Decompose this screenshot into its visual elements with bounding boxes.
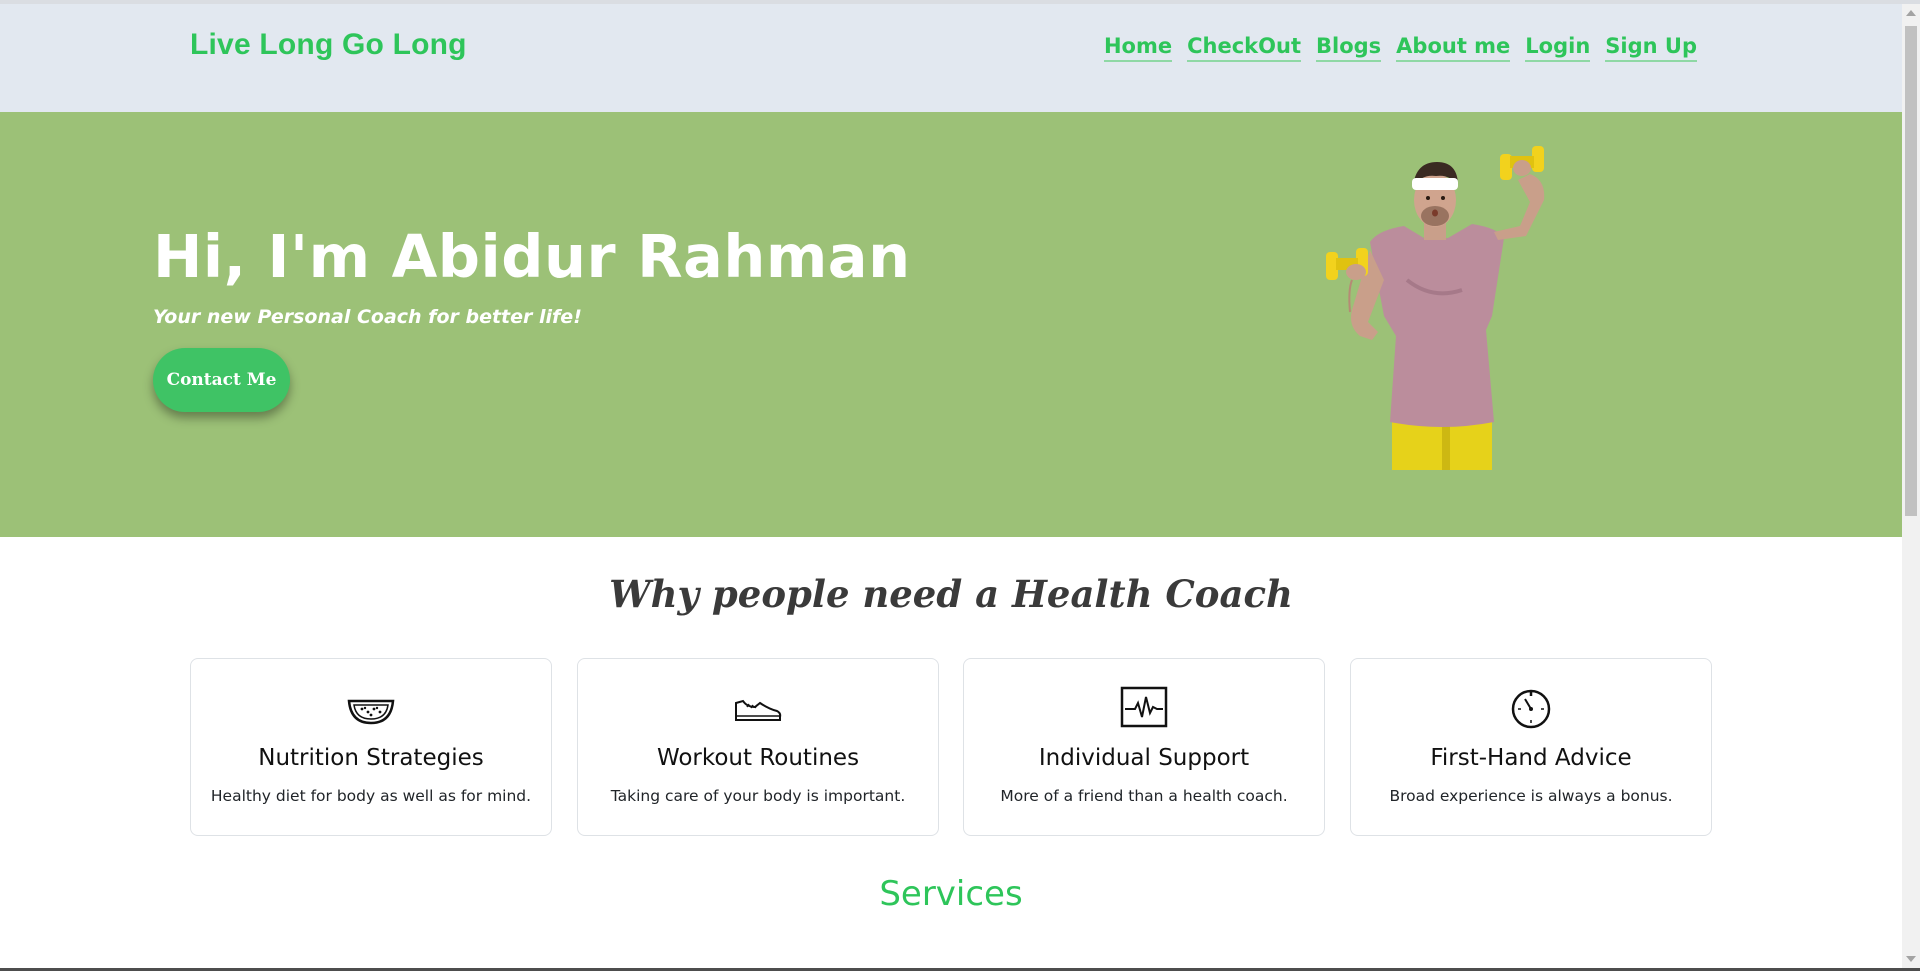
nav-link-checkout[interactable]: CheckOut <box>1187 34 1301 62</box>
scroll-down-arrow-icon[interactable] <box>1906 956 1916 962</box>
card-title: Workout Routines <box>656 745 860 771</box>
card-title: Individual Support <box>1038 745 1250 771</box>
card-text: Healthy diet for body as well as for min… <box>210 787 532 805</box>
card-first-hand-advice: First-Hand Advice Broad experience is al… <box>1350 658 1712 836</box>
page-scrollbar[interactable] <box>1902 4 1920 968</box>
hero-subtitle: Your new Personal Coach for better life! <box>153 306 582 328</box>
contact-me-button[interactable]: Contact Me <box>153 348 290 412</box>
card-nutrition-strategies: Nutrition Strategies Healthy diet for bo… <box>190 658 552 836</box>
services-title: Services <box>879 874 1023 914</box>
nav-link-login[interactable]: Login <box>1525 34 1591 62</box>
heartbeat-monitor-icon <box>1120 686 1168 728</box>
card-title: First-Hand Advice <box>1430 745 1632 771</box>
card-workout-routines: Workout Routines Taking care of your bod… <box>577 658 939 836</box>
card-individual-support: Individual Support More of a friend than… <box>963 658 1325 836</box>
nav-links: Home CheckOut Blogs About me Login Sign … <box>1103 34 1697 62</box>
scroll-up-arrow-icon[interactable] <box>1906 10 1916 16</box>
sneaker-icon <box>735 699 782 721</box>
watermelon-icon <box>347 699 395 725</box>
fitness-coach-photo <box>1326 146 1545 470</box>
navbar: Live Long Go Long Home CheckOut Blogs Ab… <box>0 4 1902 112</box>
nav-link-blogs[interactable]: Blogs <box>1315 34 1382 62</box>
hero-title: Hi, I'm Abidur Rahman <box>153 222 911 291</box>
nav-link-home[interactable]: Home <box>1103 34 1173 62</box>
stopwatch-icon <box>1511 689 1551 729</box>
scrollbar-thumb[interactable] <box>1905 26 1917 516</box>
hero-section: Hi, I'm Abidur Rahman Your new Personal … <box>0 112 1902 537</box>
nav-link-about-me[interactable]: About me <box>1396 34 1511 62</box>
nav-link-sign-up[interactable]: Sign Up <box>1605 34 1697 62</box>
card-text: Broad experience is always a bonus. <box>1389 787 1673 805</box>
brand-logo[interactable]: Live Long Go Long <box>190 28 467 62</box>
card-text: Taking care of your body is important. <box>610 787 906 805</box>
why-section-title: Why people need a Health Coach <box>609 572 1293 616</box>
card-text: More of a friend than a health coach. <box>1000 787 1288 805</box>
card-title: Nutrition Strategies <box>258 745 484 771</box>
